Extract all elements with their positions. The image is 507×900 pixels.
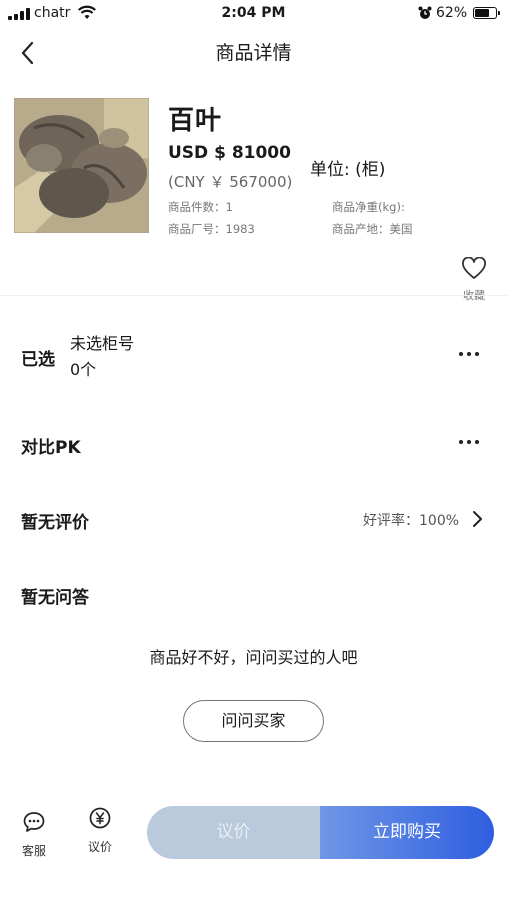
selected-container: 未选柜号 — [70, 334, 135, 353]
product-image[interactable] — [14, 98, 149, 233]
battery-percent: 62% — [436, 5, 468, 21]
bargain-icon-button[interactable]: 议价 — [78, 806, 122, 855]
weight-label: 商品净重(kg): — [332, 200, 405, 214]
qa-hint: 商品好不好，问问买过的人吧 — [149, 648, 358, 667]
alarm-icon — [418, 6, 432, 19]
product-name: 百叶 — [168, 106, 223, 136]
favorite-button[interactable]: 收藏 — [448, 256, 500, 303]
compare-title[interactable]: 对比PK — [21, 433, 81, 458]
price-cny: (CNY ￥ 567000) — [168, 173, 293, 191]
customer-service-button[interactable]: 客服 — [12, 810, 56, 859]
reviews-title: 暂无评价 — [21, 513, 89, 533]
selected-info[interactable]: 未选柜号 0个 — [70, 331, 134, 383]
selected-more-icon[interactable] — [457, 344, 485, 364]
compare-more-icon[interactable] — [457, 432, 485, 452]
positive-rate[interactable]: 好评率：100% — [363, 510, 459, 530]
bargain-icon-label: 议价 — [87, 840, 112, 854]
page-title: 商品详情 — [215, 42, 292, 64]
bargain-button[interactable]: 议价 — [147, 806, 320, 859]
origin-label: 商品产地：美国 — [332, 222, 413, 236]
chevron-right-icon[interactable] — [470, 509, 484, 529]
selected-title: 已选 — [21, 350, 55, 370]
count-label: 商品件数：1 — [168, 200, 233, 214]
chat-bubble-icon — [23, 812, 45, 832]
section-divider — [0, 295, 507, 296]
factory-label: 商品厂号：1983 — [168, 222, 255, 236]
price-usd: USD $ 81000 — [168, 143, 291, 163]
status-bar: chatr 2:04 PM 62% — [0, 0, 507, 28]
heart-icon — [462, 256, 486, 279]
battery-icon — [473, 7, 500, 19]
ask-buyer-button[interactable]: 问问买家 — [183, 700, 324, 742]
buy-now-button[interactable]: 立即购买 — [320, 806, 494, 859]
qa-title: 暂无问答 — [21, 588, 89, 608]
unit-label: 单位: (柜) — [310, 160, 386, 180]
service-label: 客服 — [21, 844, 46, 858]
selected-count: 0个 — [70, 360, 97, 379]
yuan-coin-icon — [89, 807, 111, 829]
